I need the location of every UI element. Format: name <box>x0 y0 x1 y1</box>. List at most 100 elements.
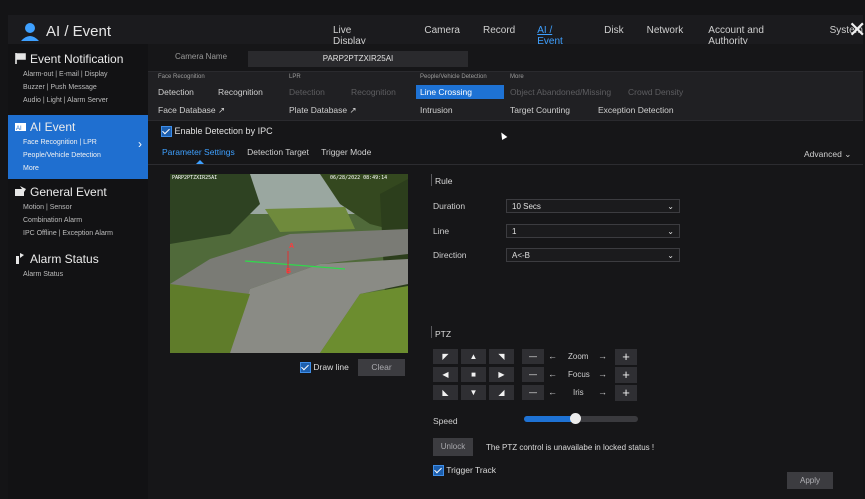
sub-tabs: Parameter Settings Detection Target Trig… <box>162 147 381 157</box>
close-icon[interactable]: ✕ <box>848 19 865 41</box>
app-title: AI / Event <box>46 23 112 40</box>
sidebar-link[interactable]: Combination Alarm <box>8 214 148 227</box>
iris-minus-button[interactable]: — <box>522 385 544 400</box>
duration-label: Duration <box>433 201 466 211</box>
arrow-left-icon: ← <box>548 387 557 397</box>
main-content: Camera Name PARP2PTZXIR25AI Face Recogni… <box>148 44 863 499</box>
unlock-button[interactable]: Unlock <box>433 438 473 456</box>
focus-minus-button[interactable]: — <box>522 367 544 382</box>
chevron-down-icon: ⌄ <box>844 149 852 159</box>
group-marker <box>431 326 432 338</box>
sidebar-link[interactable]: Motion | Sensor <box>8 201 148 214</box>
category-bar: Face Recognition Detection Recognition F… <box>148 71 863 121</box>
ptz-up-right-button[interactable]: ◥ <box>489 349 514 364</box>
direction-value: A<-B <box>512 251 531 260</box>
speed-slider[interactable] <box>524 413 638 424</box>
duration-value: 10 Secs <box>512 202 541 211</box>
ptz-right-button[interactable]: ▶ <box>489 367 514 382</box>
event-icon <box>15 186 26 196</box>
face-detection-tab[interactable]: Detection <box>158 87 194 97</box>
object-abandoned-tab[interactable]: Object Abandoned/Missing <box>510 87 611 97</box>
flag-icon <box>15 53 26 64</box>
target-counting-tab[interactable]: Target Counting <box>510 105 570 115</box>
ptz-up-left-button[interactable]: ◤ <box>433 349 458 364</box>
tab-detection-target[interactable]: Detection Target <box>247 147 309 157</box>
ptz-left-button[interactable]: ◀ <box>433 367 458 382</box>
sidebar-link[interactable]: Audio | Light | Alarm Server <box>8 94 148 107</box>
sidebar-title: AI Event <box>30 120 76 134</box>
lpr-detection-tab[interactable]: Detection <box>289 87 325 97</box>
face-recognition-tab[interactable]: Recognition <box>218 87 263 97</box>
crowd-density-tab[interactable]: Crowd Density <box>628 87 683 97</box>
iris-plus-button[interactable]: + <box>615 385 637 401</box>
trigger-track-label: Trigger Track <box>446 465 496 475</box>
plate-database-link[interactable]: Plate Database ↗ <box>289 105 357 116</box>
apply-button[interactable]: Apply <box>787 472 833 489</box>
camera-preview[interactable]: PARP2PTZXIR25AI 06/28/2022 08:49:14 A B <box>170 174 408 353</box>
ai-icon: AI <box>15 123 26 132</box>
line-value: 1 <box>512 227 517 236</box>
checkbox-checked-icon <box>433 465 444 477</box>
line-point-a: A <box>289 243 295 250</box>
sidebar-link[interactable]: More <box>8 162 148 175</box>
face-database-link[interactable]: Face Database ↗ <box>158 105 225 116</box>
iris-label: Iris <box>573 388 584 397</box>
line-crossing-tab[interactable]: Line Crossing <box>416 85 504 99</box>
category-header: People/Vehicle Detection <box>420 74 487 80</box>
draw-line-checkbox[interactable]: Draw line <box>300 362 349 374</box>
window: AI / Event Live Display Camera Record AI… <box>0 0 865 499</box>
sidebar-link[interactable]: People/Vehicle Detection <box>8 149 148 162</box>
tab-parameter-settings[interactable]: Parameter Settings <box>162 147 235 157</box>
focus-plus-button[interactable]: + <box>615 367 637 383</box>
advanced-dropdown[interactable]: Advanced ⌄ <box>804 149 851 160</box>
checkbox-checked-icon <box>161 126 172 138</box>
ptz-down-left-button[interactable]: ◣ <box>433 385 458 400</box>
enable-detection-checkbox[interactable]: Enable Detection by IPC <box>161 126 273 138</box>
sidebar-link[interactable]: IPC Offline | Exception Alarm <box>8 227 148 240</box>
clear-button[interactable]: Clear <box>358 359 405 376</box>
camera-scene <box>170 174 408 353</box>
direction-select[interactable]: A<-B ⌄ <box>506 248 680 262</box>
arrow-right-icon: → <box>598 351 607 361</box>
ptz-lock-message: The PTZ control is unavailabe in locked … <box>486 443 655 452</box>
zoom-label: Zoom <box>568 352 589 361</box>
sidebar-section-general-event[interactable]: General Event Motion | Sensor Combinatio… <box>8 183 148 240</box>
lpr-recognition-tab[interactable]: Recognition <box>351 87 396 97</box>
line-point-b: B <box>286 268 292 275</box>
ptz-down-button[interactable]: ▼ <box>461 385 486 400</box>
zoom-in-button[interactable]: + <box>615 349 637 365</box>
sidebar-link[interactable]: Face Recognition | LPR <box>8 136 148 149</box>
line-select[interactable]: 1 ⌄ <box>506 224 680 238</box>
sidebar-link[interactable]: Alarm-out | E-mail | Display <box>8 68 148 81</box>
arrow-left-icon: ← <box>548 369 557 379</box>
speed-slider-handle[interactable] <box>570 413 582 424</box>
intrusion-tab[interactable]: Intrusion <box>420 105 453 115</box>
duration-select[interactable]: 10 Secs ⌄ <box>506 199 680 213</box>
ptz-down-right-button[interactable]: ◢ <box>489 385 514 400</box>
tab-trigger-mode[interactable]: Trigger Mode <box>321 147 371 157</box>
exception-detection-tab[interactable]: Exception Detection <box>598 105 674 115</box>
mouse-cursor-icon <box>498 130 508 141</box>
user-icon <box>21 23 39 41</box>
sidebar-link[interactable]: Alarm Status <box>8 268 148 281</box>
arrow-right-icon: → <box>598 369 607 379</box>
sidebar-section-event-notification[interactable]: Event Notification Alarm-out | E-mail | … <box>8 50 148 107</box>
line-label: Line <box>433 226 450 236</box>
sidebar-section-alarm-status[interactable]: Alarm Status Alarm Status <box>8 250 148 281</box>
ptz-up-button[interactable]: ▲ <box>461 349 486 364</box>
zoom-out-button[interactable]: — <box>522 349 544 364</box>
settings-panel: Rule Duration 10 Secs ⌄ Line 1 ⌄ Directi… <box>431 173 851 483</box>
sidebar-section-ai-event[interactable]: AI AI Event Face Recognition | LPR Peopl… <box>8 115 148 179</box>
video-osd-timestamp: 06/28/2022 08:49:14 <box>330 175 388 181</box>
category-header: More <box>510 74 524 80</box>
ptz-center-button[interactable]: ■ <box>461 367 486 382</box>
rule-title: Rule <box>435 176 453 186</box>
sidebar-link[interactable]: Buzzer | Push Message <box>8 81 148 94</box>
draw-line-label: Draw line <box>313 362 349 372</box>
camera-name-select[interactable]: PARP2PTZXIR25AI <box>248 51 468 67</box>
speed-label: Speed <box>433 416 458 426</box>
camera-name-label: Camera Name <box>175 52 228 61</box>
trigger-track-checkbox[interactable]: Trigger Track <box>433 465 496 477</box>
sidebar-title: Alarm Status <box>30 252 99 266</box>
video-osd-camera: PARP2PTZXIR25AI <box>172 175 218 181</box>
